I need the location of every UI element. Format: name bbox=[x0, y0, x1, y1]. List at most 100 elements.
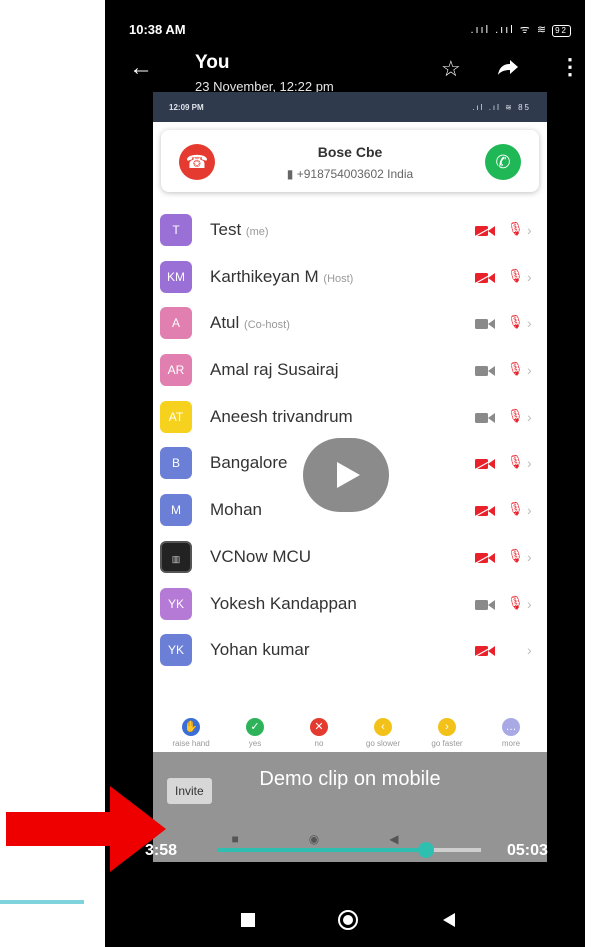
video-status-time: 12:09 PM bbox=[169, 103, 204, 112]
camera-off-icon[interactable] bbox=[475, 458, 495, 470]
chevron-right-icon[interactable]: › bbox=[527, 409, 532, 425]
sim-icon: ▮ bbox=[286, 167, 297, 181]
participant-avatar: YK bbox=[160, 634, 192, 667]
camera-icon[interactable] bbox=[475, 412, 495, 424]
participant-name-text: Mohan bbox=[210, 500, 262, 520]
participant-row[interactable]: YK Yohan kumar › bbox=[153, 628, 547, 675]
video-status-bar: 12:09 PM .ıl .ıl ≋ 85 bbox=[153, 92, 547, 122]
status-time: 10:38 AM bbox=[129, 22, 186, 37]
seek-bar[interactable] bbox=[217, 842, 481, 858]
caller-name: Bose Cbe bbox=[317, 144, 383, 160]
camera-off-icon[interactable] bbox=[475, 272, 495, 284]
video-overlay: Invite Demo clip on mobile ■◉◀ bbox=[153, 752, 547, 862]
participant-row[interactable]: T Test (me) 🎙 › bbox=[153, 208, 547, 255]
red-arrow-annotation bbox=[6, 786, 166, 872]
status-bar: 10:38 AM .ııl .ııl ᯤ ≋ 92 bbox=[105, 0, 585, 42]
camera-off-icon[interactable] bbox=[475, 645, 495, 657]
reaction-go-slower[interactable]: ‹ go slower bbox=[351, 712, 415, 748]
video-home-icon: ◉ bbox=[308, 832, 390, 846]
chevron-right-icon[interactable]: › bbox=[527, 642, 532, 658]
back-icon[interactable] bbox=[443, 913, 455, 927]
reaction-more[interactable]: … more bbox=[479, 712, 543, 748]
participant-row[interactable]: YK Yokesh Kandappan 🎙 › bbox=[153, 582, 547, 629]
chevron-right-icon[interactable]: › bbox=[527, 315, 532, 331]
participant-avatar: AR bbox=[160, 354, 192, 387]
participant-name: Yohan kumar bbox=[210, 640, 310, 660]
video-signal-icons: .ıl .ıl ≋ bbox=[472, 103, 514, 112]
reaction-no[interactable]: ✕ no bbox=[287, 712, 351, 748]
chevron-right-icon[interactable]: › bbox=[527, 222, 532, 238]
participant-avatar: A bbox=[160, 307, 192, 340]
app-toolbar: ← You 23 November, 12:22 pm ☆ ⋮ bbox=[105, 44, 585, 94]
reaction-go-faster[interactable]: › go faster bbox=[415, 712, 479, 748]
decorative-line bbox=[0, 900, 84, 904]
sender-title: You bbox=[195, 52, 230, 73]
reaction-raise-hand[interactable]: ✋ raise hand bbox=[159, 712, 223, 748]
reaction-icon: › bbox=[438, 718, 456, 736]
chevron-right-icon[interactable]: › bbox=[527, 549, 532, 565]
participant-name-text: Atul bbox=[210, 313, 240, 333]
incoming-call-card: ☎ Bose Cbe ▮ +918754003602 India ✆ bbox=[161, 130, 539, 192]
participant-row[interactable]: KM Karthikeyan M (Host) 🎙 › bbox=[153, 255, 547, 302]
participant-avatar: YK bbox=[160, 587, 192, 620]
video-recent-icon: ■ bbox=[231, 832, 309, 846]
chevron-right-icon[interactable]: › bbox=[527, 362, 532, 378]
reaction-icon: ✋ bbox=[182, 718, 200, 736]
back-arrow-icon[interactable]: ← bbox=[129, 56, 153, 80]
participant-avatar: ▥ bbox=[160, 540, 192, 573]
camera-icon[interactable] bbox=[475, 599, 495, 611]
video-frame[interactable]: 12:09 PM .ıl .ıl ≋ 85 ☎ Bose Cbe ▮ +9187… bbox=[153, 92, 547, 862]
reaction-icon: ‹ bbox=[374, 718, 392, 736]
mic-muted-icon[interactable]: 🎙 bbox=[507, 454, 524, 470]
participant-name-text: VCNow MCU bbox=[210, 546, 312, 566]
reaction-bar: ✋ raise hand ✓ yes ✕ no ‹ go slower › go faster … m… bbox=[153, 712, 547, 752]
mic-muted-icon[interactable]: 🎙 bbox=[507, 268, 524, 284]
camera-off-icon[interactable] bbox=[475, 225, 495, 237]
participant-row[interactable]: A Atul (Co-host) 🎙 › bbox=[153, 301, 547, 348]
participant-avatar: M bbox=[160, 494, 192, 527]
participant-role: (Co-host) bbox=[244, 319, 290, 332]
accept-call-button[interactable]: ✆ bbox=[485, 144, 521, 180]
camera-icon[interactable] bbox=[475, 365, 495, 377]
participant-avatar: AT bbox=[160, 400, 192, 433]
reaction-icon: … bbox=[502, 718, 520, 736]
reaction-yes[interactable]: ✓ yes bbox=[223, 712, 287, 748]
participant-name-text: Yokesh Kandappan bbox=[210, 593, 357, 613]
phone-screen: 10:38 AM .ııl .ııl ᯤ ≋ 92 ← You 23 Novemb… bbox=[105, 0, 585, 947]
seek-progress bbox=[217, 848, 426, 852]
participant-name: Yokesh Kandappan bbox=[210, 594, 357, 614]
video-status-icons: .ıl .ıl ≋ 85 bbox=[472, 103, 531, 112]
more-options-icon[interactable]: ⋮ bbox=[559, 56, 581, 78]
recent-apps-icon[interactable] bbox=[241, 913, 255, 927]
video-caption: Demo clip on mobile bbox=[259, 768, 441, 790]
chevron-right-icon[interactable]: › bbox=[527, 596, 532, 612]
camera-off-icon[interactable] bbox=[475, 552, 495, 564]
participant-name: Bangalore bbox=[210, 453, 288, 473]
mic-muted-icon[interactable]: 🎙 bbox=[507, 361, 524, 377]
participant-row[interactable]: AR Amal raj Susairaj 🎙 › bbox=[153, 348, 547, 395]
chevron-right-icon[interactable]: › bbox=[527, 269, 532, 285]
participant-name: Mohan bbox=[210, 500, 262, 520]
mic-muted-icon[interactable]: 🎙 bbox=[507, 501, 524, 517]
mic-muted-icon[interactable]: 🎙 bbox=[507, 314, 524, 330]
play-button[interactable] bbox=[303, 438, 389, 512]
participant-name-text: Yohan kumar bbox=[210, 640, 310, 660]
home-icon[interactable] bbox=[338, 910, 358, 930]
mic-muted-icon[interactable]: 🎙 bbox=[507, 548, 524, 564]
mic-muted-icon[interactable]: 🎙 bbox=[507, 221, 524, 237]
chevron-right-icon[interactable]: › bbox=[527, 502, 532, 518]
participant-row[interactable]: AT Aneesh trivandrum 🎙 › bbox=[153, 395, 547, 442]
camera-off-icon[interactable] bbox=[475, 505, 495, 517]
seek-thumb[interactable] bbox=[417, 842, 434, 858]
camera-icon[interactable] bbox=[475, 318, 495, 330]
chevron-right-icon[interactable]: › bbox=[527, 455, 532, 471]
mic-muted-icon[interactable]: 🎙 bbox=[507, 408, 524, 424]
participant-role: (me) bbox=[245, 226, 269, 238]
star-icon[interactable]: ☆ bbox=[441, 56, 461, 82]
mic-muted-icon[interactable]: 🎙 bbox=[507, 595, 524, 611]
share-icon[interactable] bbox=[497, 58, 519, 76]
reaction-icon: ✓ bbox=[246, 718, 264, 736]
reaction-label: no bbox=[314, 739, 324, 748]
participant-row[interactable]: ▥ VCNow MCU 🎙 › bbox=[153, 535, 547, 582]
participant-avatar: B bbox=[160, 447, 192, 480]
